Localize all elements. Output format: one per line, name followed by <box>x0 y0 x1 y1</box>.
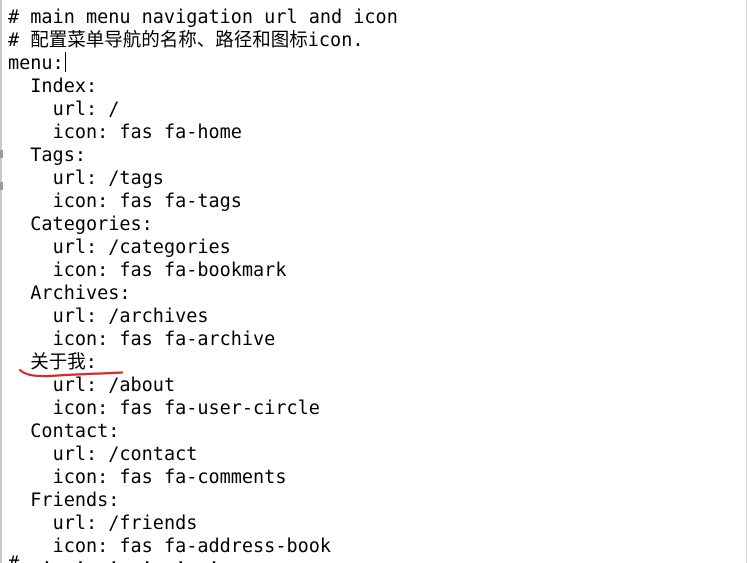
code-lines: # main menu navigation url and icon # 配置菜… <box>8 6 398 558</box>
line-text: Tags: <box>30 145 86 166</box>
text-editor[interactable]: # · · · · · · # main menu navigation url… <box>0 0 747 563</box>
line-text: icon: fas fa-bookmark <box>52 260 287 281</box>
partial-bottom-line: # · · · · · · <box>8 552 220 563</box>
code-line[interactable]: menu: <box>8 52 398 75</box>
line-text: icon: fas fa-user-circle <box>52 398 320 419</box>
code-line[interactable]: Friends: <box>8 489 398 512</box>
text-caret <box>64 52 66 72</box>
line-text: icon: fas fa-tags <box>52 191 242 212</box>
line-text: Friends: <box>30 490 120 511</box>
line-text: Contact: <box>30 421 120 442</box>
line-text: url: /archives <box>52 306 209 327</box>
code-line[interactable]: icon: fas fa-archive <box>8 328 398 351</box>
line-text: icon: fas fa-home <box>52 122 242 143</box>
code-line[interactable]: url: /archives <box>8 305 398 328</box>
line-text: menu: <box>8 53 64 74</box>
code-line[interactable]: Index: <box>8 75 398 98</box>
gutter-marker <box>0 182 3 190</box>
editor-left-border <box>0 0 2 563</box>
code-line[interactable]: Tags: <box>8 144 398 167</box>
line-text: icon: fas fa-archive <box>52 329 276 350</box>
code-line[interactable]: icon: fas fa-comments <box>8 466 398 489</box>
code-line[interactable]: icon: fas fa-bookmark <box>8 259 398 282</box>
code-line[interactable]: icon: fas fa-user-circle <box>8 397 398 420</box>
code-line[interactable]: url: /friends <box>8 512 398 535</box>
line-text: Index: <box>30 76 98 97</box>
code-line[interactable]: url: /contact <box>8 443 398 466</box>
line-text: url: / <box>52 99 120 120</box>
code-line[interactable]: # 配置菜单导航的名称、路径和图标icon. <box>8 29 398 52</box>
code-line[interactable]: Contact: <box>8 420 398 443</box>
code-line[interactable]: icon: fas fa-tags <box>8 190 398 213</box>
line-text: Archives: <box>30 283 131 304</box>
code-line[interactable]: # main menu navigation url and icon <box>8 6 398 29</box>
line-text: # 配置菜单导航的名称、路径和图标icon. <box>8 30 364 51</box>
gutter-marker <box>0 150 3 158</box>
line-text: url: /categories <box>52 237 231 258</box>
code-line[interactable]: icon: fas fa-home <box>8 121 398 144</box>
line-text: url: /contact <box>52 444 198 465</box>
code-line[interactable]: Categories: <box>8 213 398 236</box>
red-underline-annotation <box>18 368 124 378</box>
line-text: Categories: <box>30 214 153 235</box>
line-text: # main menu navigation url and icon <box>8 7 398 28</box>
line-text: icon: fas fa-comments <box>52 467 287 488</box>
code-line[interactable]: url: /categories <box>8 236 398 259</box>
code-line[interactable]: url: / <box>8 98 398 121</box>
line-text: url: /friends <box>52 513 198 534</box>
code-line[interactable]: url: /tags <box>8 167 398 190</box>
code-line[interactable]: Archives: <box>8 282 398 305</box>
line-text: url: /tags <box>52 168 164 189</box>
